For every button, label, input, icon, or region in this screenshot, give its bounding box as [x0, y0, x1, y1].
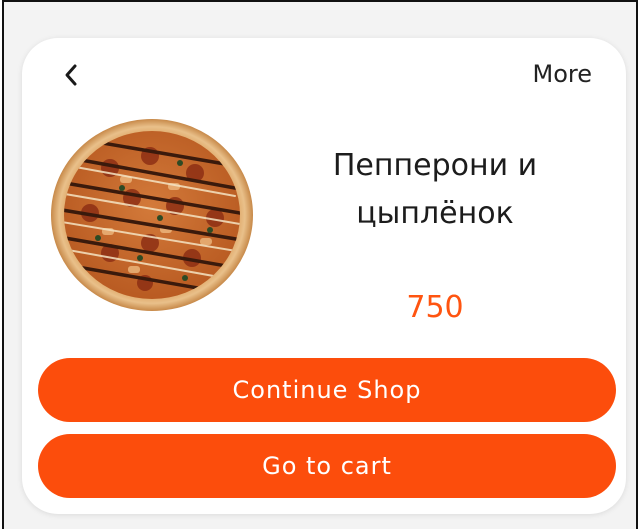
continue-shop-button[interactable]: Continue Shop — [38, 358, 616, 422]
more-button[interactable]: More — [533, 60, 593, 88]
product-price: 750 — [406, 290, 464, 325]
pizza-image — [51, 119, 253, 311]
product-name: Пепперони и цыплёнок — [332, 148, 538, 231]
chevron-left-icon — [65, 64, 77, 86]
back-button[interactable] — [56, 60, 86, 90]
go-to-cart-button[interactable]: Go to cart — [38, 434, 616, 498]
